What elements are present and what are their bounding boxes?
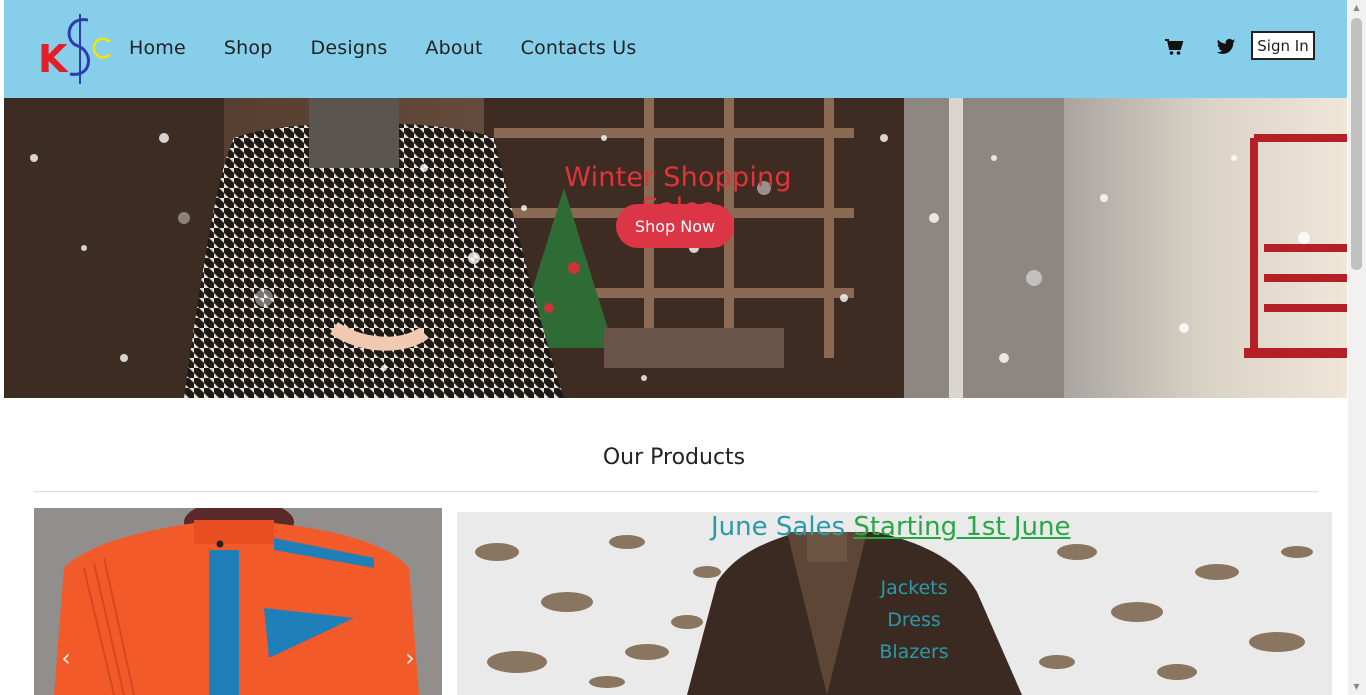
- promo-title: June Sales Starting 1st June: [711, 512, 1071, 542]
- promo-item-dress[interactable]: Dress: [854, 609, 974, 631]
- shop-now-button[interactable]: Shop Now: [616, 204, 734, 248]
- product-image-orange-shirt: [34, 508, 442, 695]
- nav-home[interactable]: Home: [129, 34, 186, 62]
- product-carousel[interactable]: [34, 508, 442, 695]
- hero-background-image: [4, 98, 1347, 398]
- promo-title-part1: June Sales: [711, 512, 846, 542]
- promo-item-blazers[interactable]: Blazers: [854, 641, 974, 663]
- scroll-up-arrow-icon[interactable]: ▲: [1351, 3, 1362, 13]
- scroll-down-arrow-icon[interactable]: ▼: [1351, 682, 1362, 692]
- chevron-right-icon[interactable]: ›: [398, 640, 422, 676]
- promo-item-jackets[interactable]: Jackets: [854, 577, 974, 599]
- nav-about[interactable]: About: [425, 34, 482, 62]
- hero-banner: Winter Shopping Sales Shop Now: [4, 98, 1347, 398]
- section-title-our-products: Our Products: [602, 445, 746, 470]
- main-nav: Home Shop Designs About Contacts Us: [129, 34, 674, 62]
- sign-in-button[interactable]: Sign In: [1251, 31, 1315, 60]
- svg-text:K: K: [38, 37, 69, 81]
- twitter-icon[interactable]: [1216, 38, 1236, 56]
- site-header: K Home Shop Designs About Contacts Us Si…: [4, 0, 1347, 98]
- nav-contacts[interactable]: Contacts Us: [521, 34, 637, 62]
- scrollbar-thumb[interactable]: [1351, 18, 1362, 270]
- nav-shop[interactable]: Shop: [224, 34, 273, 62]
- chevron-left-icon[interactable]: ‹: [54, 640, 78, 676]
- section-divider: [34, 491, 1318, 492]
- nav-designs[interactable]: Designs: [311, 34, 388, 62]
- promo-title-link[interactable]: Starting 1st June: [853, 512, 1070, 542]
- ksc-logo[interactable]: K: [36, 12, 116, 88]
- page: K Home Shop Designs About Contacts Us Si…: [0, 0, 1348, 695]
- shopping-cart-icon[interactable]: [1164, 38, 1184, 56]
